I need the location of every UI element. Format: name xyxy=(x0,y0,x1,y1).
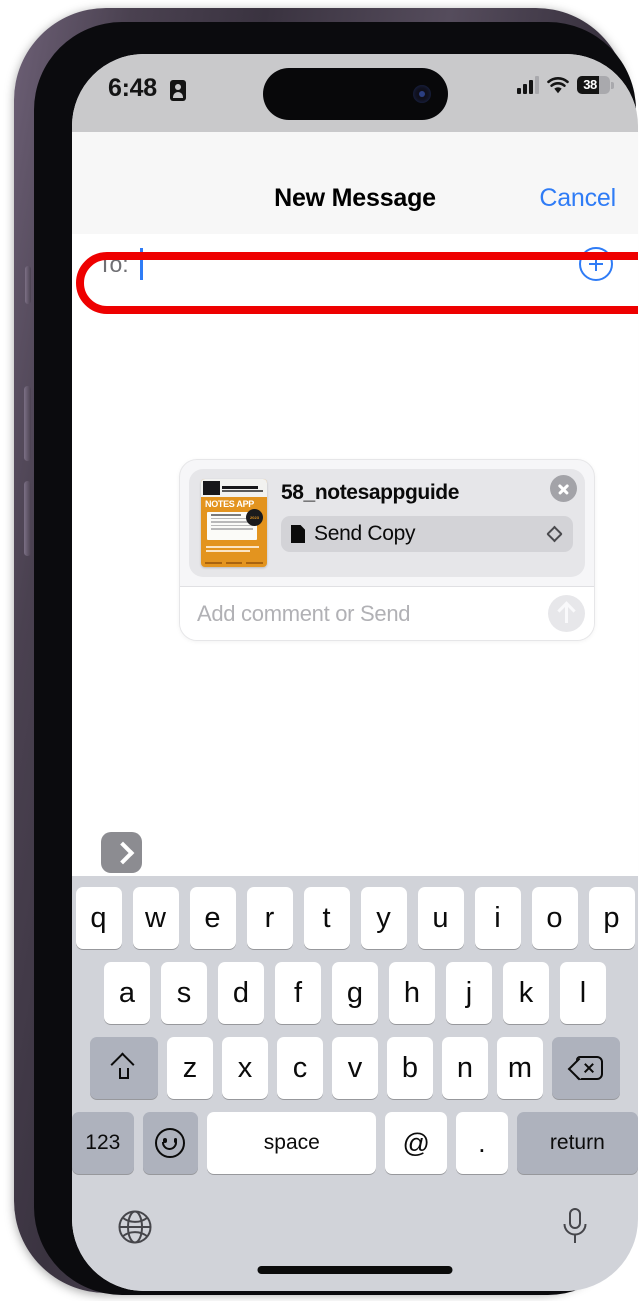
emoji-smiley-icon[interactable] xyxy=(142,1112,199,1174)
key-d[interactable]: d xyxy=(218,962,264,1024)
key-o[interactable]: o xyxy=(531,887,578,949)
cancel-button[interactable]: Cancel xyxy=(539,184,616,213)
period-key[interactable]: . xyxy=(455,1112,508,1174)
navigation-bar: New Message Cancel xyxy=(72,132,638,235)
key-m[interactable]: m xyxy=(497,1037,543,1099)
front-camera-icon xyxy=(413,85,431,103)
keyboard-row-3: z x c v b n m xyxy=(72,1035,638,1101)
key-x[interactable]: x xyxy=(222,1037,268,1099)
key-u[interactable]: u xyxy=(417,887,464,949)
home-indicator[interactable] xyxy=(257,1266,453,1274)
wifi-icon xyxy=(547,76,569,94)
attachment-row: NOTES APP 2023 58_notesappguide Send Cop… xyxy=(189,469,585,577)
keyboard-row-2: a s d f g h j k l xyxy=(72,960,638,1026)
key-g[interactable]: g xyxy=(332,962,378,1024)
key-t[interactable]: t xyxy=(303,887,350,949)
chevron-right-expand-icon[interactable] xyxy=(101,832,142,873)
key-p[interactable]: p xyxy=(588,887,635,949)
keyboard-row-1: q w e r t y u i o p xyxy=(72,885,638,951)
close-x-icon[interactable] xyxy=(550,475,577,502)
attachment-card: NOTES APP 2023 58_notesappguide Send Cop… xyxy=(179,459,595,641)
shift-arrow-icon[interactable] xyxy=(90,1037,158,1099)
to-label: To: xyxy=(98,251,129,277)
status-bar-indicators: 38 xyxy=(517,76,614,94)
key-n[interactable]: n xyxy=(442,1037,488,1099)
cellular-signal-icon xyxy=(517,76,539,94)
thumbnail-badge: 2023 xyxy=(246,509,263,526)
on-screen-keyboard: q w e r t y u i o p a s d f g h j k l z … xyxy=(72,876,638,1291)
volume-down-button[interactable] xyxy=(24,481,31,556)
key-e[interactable]: e xyxy=(189,887,236,949)
id-card-icon xyxy=(170,80,186,101)
key-s[interactable]: s xyxy=(161,962,207,1024)
attachment-filename: 58_notesappguide xyxy=(281,481,459,504)
at-key[interactable]: @ xyxy=(385,1112,447,1174)
volume-up-button[interactable] xyxy=(24,386,31,461)
arrow-up-send-icon[interactable] xyxy=(548,595,585,632)
key-j[interactable]: j xyxy=(446,962,492,1024)
comment-input-row[interactable]: Add comment or Send xyxy=(180,586,594,640)
battery-percent-label: 38 xyxy=(583,77,597,92)
chevron-up-down-icon xyxy=(547,525,561,543)
key-f[interactable]: f xyxy=(275,962,321,1024)
send-mode-label: Send Copy xyxy=(314,522,416,545)
text-cursor xyxy=(140,248,143,280)
return-key[interactable]: return xyxy=(516,1112,638,1174)
key-r[interactable]: r xyxy=(246,887,293,949)
recipient-field-row[interactable]: To: xyxy=(72,234,638,297)
mute-switch-button[interactable] xyxy=(25,266,31,304)
status-bar-time: 6:48 xyxy=(108,74,157,102)
phone-bezel: 6:48 38 New Message Cancel To: NOTES APP… xyxy=(34,22,638,1295)
numbers-key[interactable]: 123 xyxy=(72,1112,134,1174)
key-a[interactable]: a xyxy=(104,962,150,1024)
key-v[interactable]: v xyxy=(332,1037,378,1099)
key-y[interactable]: y xyxy=(360,887,407,949)
key-b[interactable]: b xyxy=(387,1037,433,1099)
screenshot-stage: 6:48 38 New Message Cancel To: NOTES APP… xyxy=(0,0,642,1301)
globe-language-icon[interactable] xyxy=(117,1209,153,1245)
key-i[interactable]: i xyxy=(474,887,521,949)
document-icon xyxy=(291,525,305,543)
status-bar: 6:48 38 xyxy=(72,54,638,132)
key-h[interactable]: h xyxy=(389,962,435,1024)
key-w[interactable]: w xyxy=(132,887,179,949)
add-contact-plus-icon[interactable] xyxy=(579,247,613,281)
key-z[interactable]: z xyxy=(167,1037,213,1099)
space-key[interactable]: space xyxy=(207,1112,377,1174)
comment-input-placeholder: Add comment or Send xyxy=(197,600,411,626)
microphone-dictation-icon[interactable] xyxy=(560,1207,590,1247)
send-mode-button[interactable]: Send Copy xyxy=(281,516,573,552)
dynamic-island xyxy=(263,68,448,120)
keyboard-bottom-bar xyxy=(72,1199,638,1291)
keyboard-row-4: 123 space @ . return xyxy=(72,1110,638,1176)
key-l[interactable]: l xyxy=(560,962,606,1024)
key-q[interactable]: q xyxy=(75,887,122,949)
key-c[interactable]: c xyxy=(277,1037,323,1099)
battery-icon: 38 xyxy=(577,76,614,94)
backspace-delete-icon[interactable] xyxy=(552,1037,620,1099)
phone-frame: 6:48 38 New Message Cancel To: NOTES APP… xyxy=(14,8,638,1295)
thumbnail-title: NOTES APP xyxy=(205,499,254,509)
attachment-thumbnail: NOTES APP 2023 xyxy=(201,479,267,567)
phone-screen: 6:48 38 New Message Cancel To: NOTES APP… xyxy=(72,54,638,1291)
key-k[interactable]: k xyxy=(503,962,549,1024)
